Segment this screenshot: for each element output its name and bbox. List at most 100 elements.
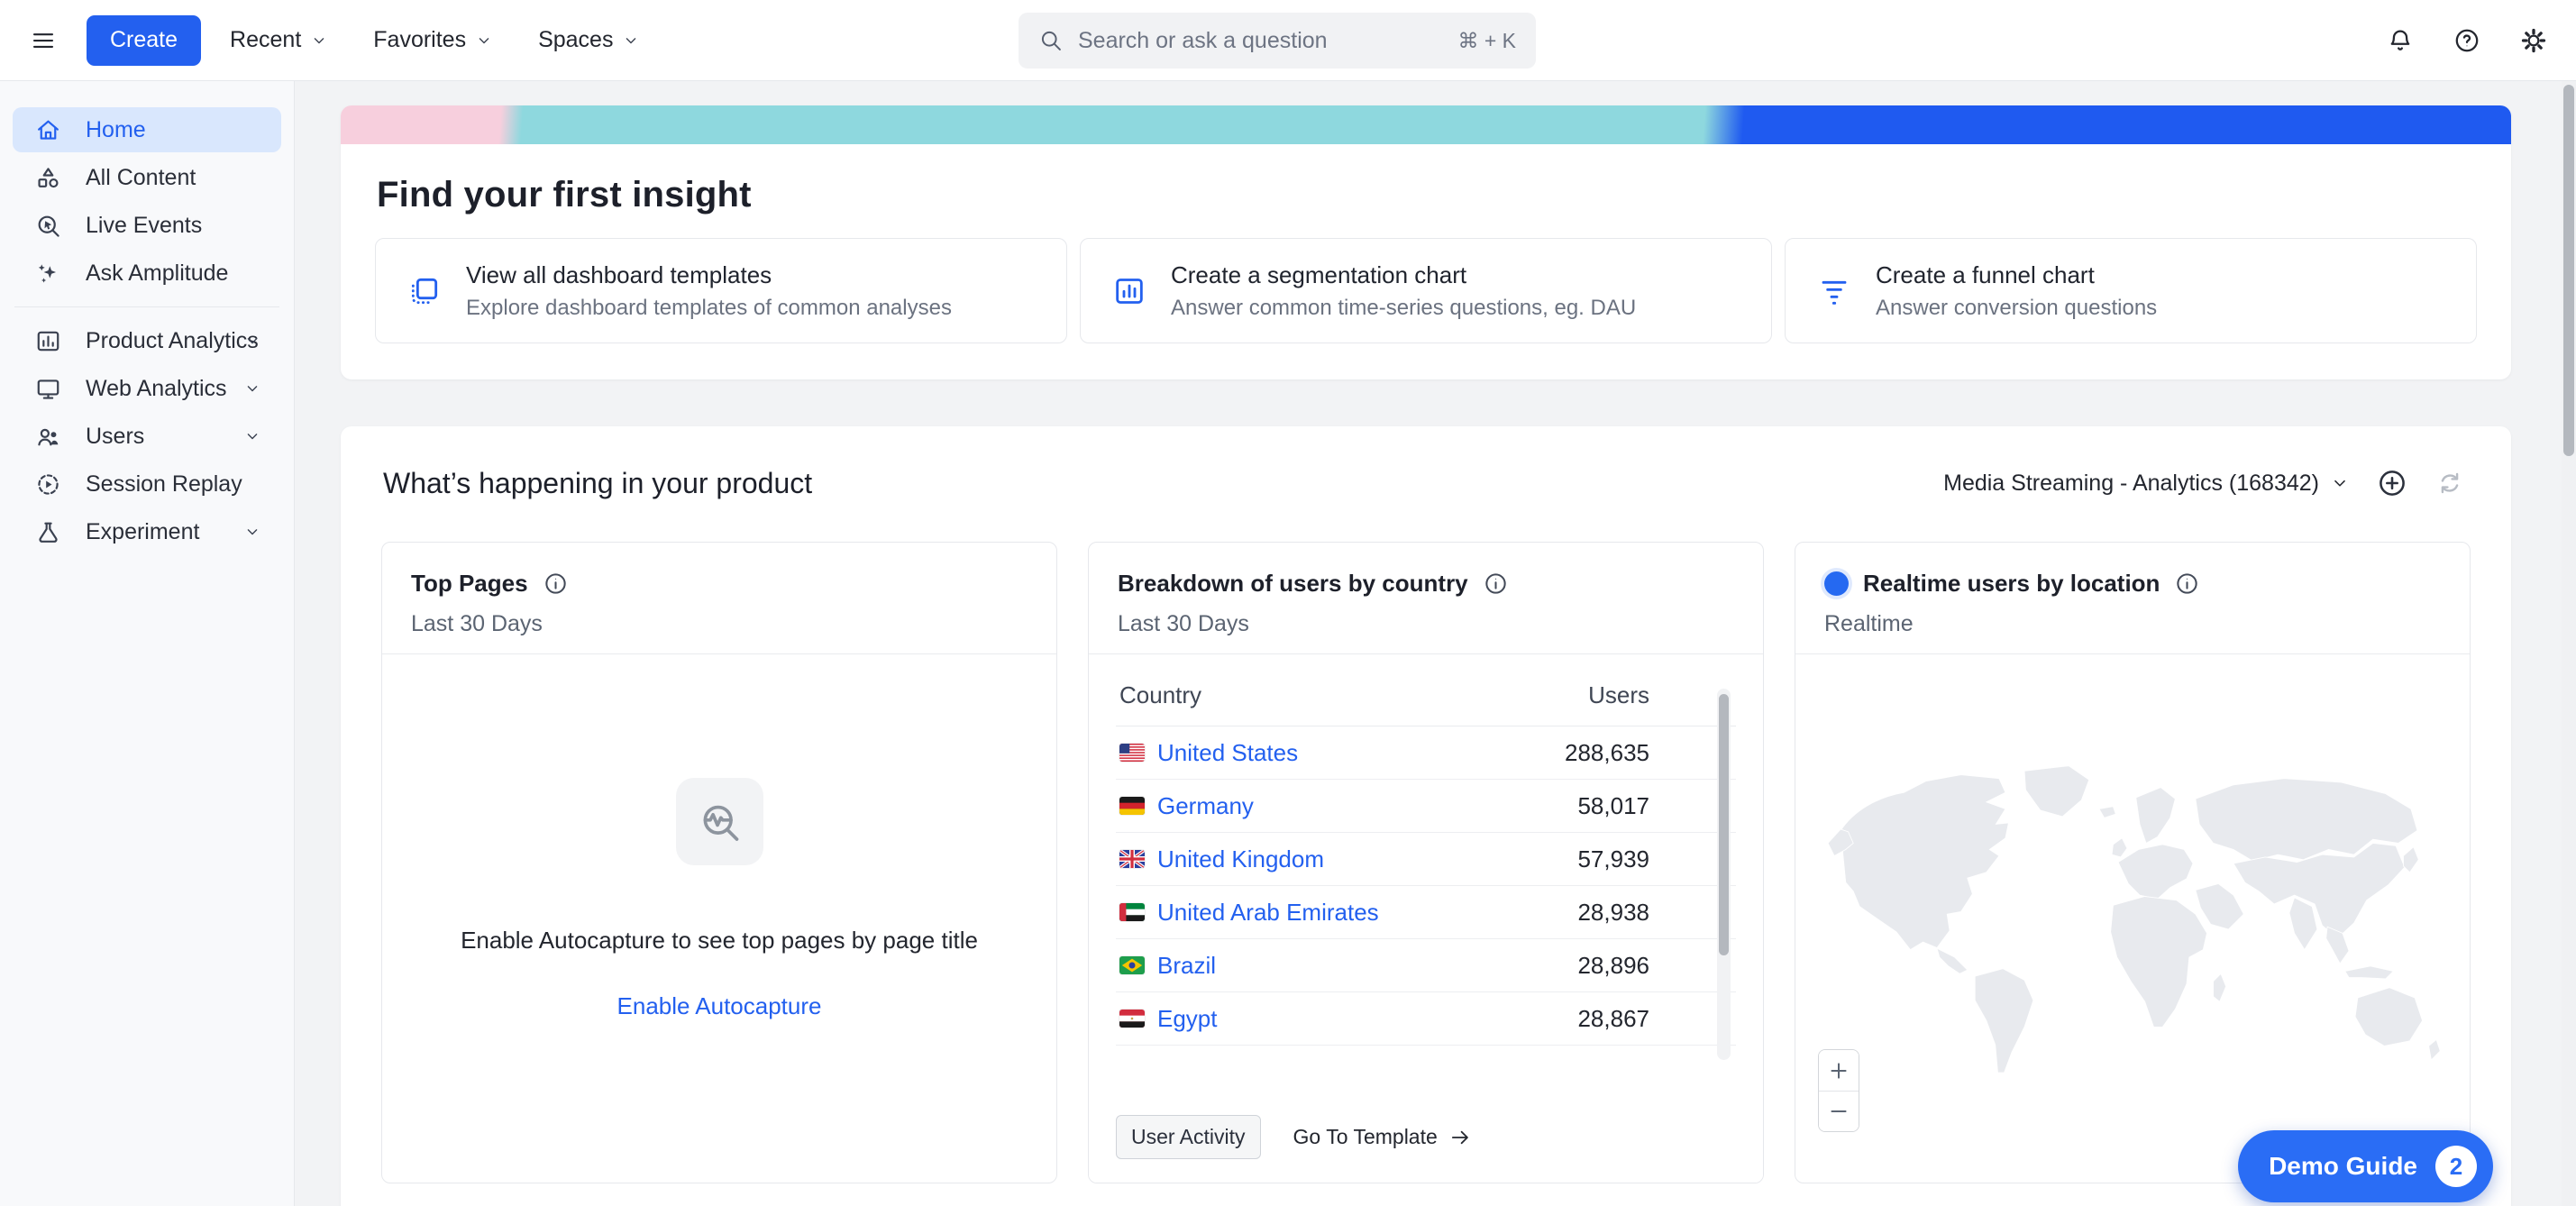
search-placeholder: Search or ask a question <box>1078 28 1443 54</box>
search-input[interactable]: Search or ask a question ⌘ + K <box>1019 13 1536 69</box>
search-icon <box>1038 28 1064 53</box>
topbar-menu[interactable]: Favorites <box>357 15 509 66</box>
map-zoom-out-button[interactable] <box>1819 1091 1859 1131</box>
topbar-menu[interactable]: Spaces <box>522 15 656 66</box>
banner-action-card[interactable]: Create a funnel chart Answer conversion … <box>1785 238 2477 343</box>
banner-title: Find your first insight <box>377 175 2477 215</box>
country-link[interactable]: United States <box>1157 739 1298 767</box>
all-content-icon <box>34 164 62 192</box>
sidebar-item[interactable]: Web Analytics <box>13 366 281 411</box>
br-flag-icon <box>1119 956 1145 974</box>
add-card-button[interactable] <box>2371 462 2413 504</box>
empty-state-text: Enable Autocapture to see top pages by p… <box>461 927 978 955</box>
whats-happening-section: What’s happening in your product Media S… <box>341 426 2511 1206</box>
refresh-icon[interactable] <box>2429 462 2471 504</box>
banner-card-description: Explore dashboard templates of common an… <box>466 296 952 321</box>
autocapture-search-icon <box>676 778 763 865</box>
notifications-bell-icon[interactable] <box>2380 20 2421 61</box>
banner-action-card[interactable]: Create a segmentation chart Answer commo… <box>1080 238 1772 343</box>
table-row: United Arab Emirates 28,938 <box>1116 886 1736 939</box>
sidebar-item[interactable]: Session Replay <box>13 461 281 507</box>
table-scrollbar-thumb[interactable] <box>1719 694 1729 955</box>
sidebar-item[interactable]: All Content <box>13 155 281 200</box>
card-title: Breakdown of users by country <box>1118 570 1468 598</box>
user-activity-button[interactable]: User Activity <box>1116 1115 1261 1159</box>
sidebar-item-label: All Content <box>86 165 196 191</box>
realtime-users-card: Realtime users by location Realtime <box>1795 542 2471 1183</box>
sidebar-item-label: Web Analytics <box>86 376 227 402</box>
country-link[interactable]: United Kingdom <box>1157 845 1324 873</box>
country-breakdown-card: Breakdown of users by country Last 30 Da… <box>1088 542 1764 1183</box>
country-link[interactable]: United Arab Emirates <box>1157 899 1379 927</box>
country-link[interactable]: Brazil <box>1157 952 1216 980</box>
sidebar-item-label: Users <box>86 424 144 450</box>
banner-action-card[interactable]: View all dashboard templates Explore das… <box>375 238 1067 343</box>
banner-gradient-strip <box>341 105 2511 144</box>
go-to-template-link[interactable]: Go To Template <box>1293 1125 1472 1149</box>
map-zoom-controls <box>1818 1049 1859 1132</box>
sidebar-item-label: Ask Amplitude <box>86 260 228 287</box>
funnel-chart-icon <box>1816 273 1852 309</box>
sidebar-item[interactable]: Product Analytics <box>13 318 281 363</box>
users-icon <box>34 423 62 451</box>
banner-card-title: Create a segmentation chart <box>1171 261 1636 289</box>
search-shortcut: ⌘ + K <box>1457 29 1516 53</box>
country-link[interactable]: Germany <box>1157 792 1254 820</box>
chevron-down-icon <box>475 32 493 50</box>
sidebar-item-label: Product Analytics <box>86 328 259 354</box>
help-icon[interactable] <box>2446 20 2488 61</box>
page-scrollbar[interactable] <box>2562 81 2576 1206</box>
enable-autocapture-link[interactable]: Enable Autocapture <box>617 992 822 1020</box>
chevron-down-icon <box>622 32 640 50</box>
sidebar-divider <box>14 306 279 307</box>
card-title: Top Pages <box>411 570 528 598</box>
top-pages-card: Top Pages Last 30 Days Enable Autocaptur… <box>381 542 1057 1183</box>
country-link[interactable]: Egypt <box>1157 1005 1218 1033</box>
info-icon[interactable] <box>1483 571 1509 597</box>
sidebar-item[interactable]: Users <box>13 414 281 459</box>
table-scrollbar[interactable] <box>1717 689 1731 1060</box>
sidebar-item-label: Session Replay <box>86 471 242 498</box>
card-subtitle: Realtime <box>1824 611 2441 637</box>
users-value: 28,867 <box>1490 992 1736 1046</box>
sidebar-item-label: Experiment <box>86 519 199 545</box>
sidebar-item[interactable]: Home <box>13 107 281 152</box>
card-subtitle: Last 30 Days <box>1118 611 1734 637</box>
demo-guide-button[interactable]: Demo Guide 2 <box>2238 1130 2493 1202</box>
banner-card-title: View all dashboard templates <box>466 261 952 289</box>
country-users-table: Country Users <box>1116 663 1736 1046</box>
eg-flag-icon <box>1119 1010 1145 1028</box>
topbar-menu[interactable]: Recent <box>214 15 344 66</box>
main-content: Find your first insight View all dashboa… <box>295 81 2576 1206</box>
banner-card-description: Answer conversion questions <box>1876 296 2157 321</box>
flask-icon <box>34 518 62 546</box>
monitor-icon <box>34 375 62 403</box>
sidebar-item-label: Home <box>86 117 146 143</box>
demo-guide-label: Demo Guide <box>2269 1152 2417 1181</box>
info-icon[interactable] <box>2174 571 2200 597</box>
segmentation-chart-icon <box>1111 273 1147 309</box>
top-navigation-bar: Create Recent Favorites Spaces <box>0 0 2576 81</box>
play-circle-icon <box>34 471 62 498</box>
sidebar-item[interactable]: Live Events <box>13 203 281 248</box>
map-zoom-in-button[interactable] <box>1819 1050 1859 1091</box>
chevron-down-icon <box>243 523 261 541</box>
sidebar-item[interactable]: Ask Amplitude <box>13 251 281 296</box>
project-selector-dropdown[interactable]: Media Streaming - Analytics (168342) <box>1938 463 2355 504</box>
users-value: 28,938 <box>1490 886 1736 939</box>
page-scrollbar-thumb[interactable] <box>2563 85 2574 456</box>
sidebar-item[interactable]: Experiment <box>13 509 281 554</box>
settings-gear-icon[interactable] <box>2513 20 2554 61</box>
column-header-country: Country <box>1116 663 1490 726</box>
table-row: Egypt 28,867 <box>1116 992 1736 1046</box>
card-subtitle: Last 30 Days <box>411 611 1028 637</box>
info-icon[interactable] <box>543 571 569 597</box>
users-value: 288,635 <box>1490 726 1736 780</box>
world-map[interactable] <box>1795 655 2470 1183</box>
hamburger-menu-icon[interactable] <box>23 21 63 60</box>
topbar-menu-label: Spaces <box>538 27 613 53</box>
de-flag-icon <box>1119 797 1145 815</box>
create-button[interactable]: Create <box>87 15 201 66</box>
table-row: United States 288,635 <box>1116 726 1736 780</box>
realtime-pulse-dot <box>1824 571 1849 596</box>
